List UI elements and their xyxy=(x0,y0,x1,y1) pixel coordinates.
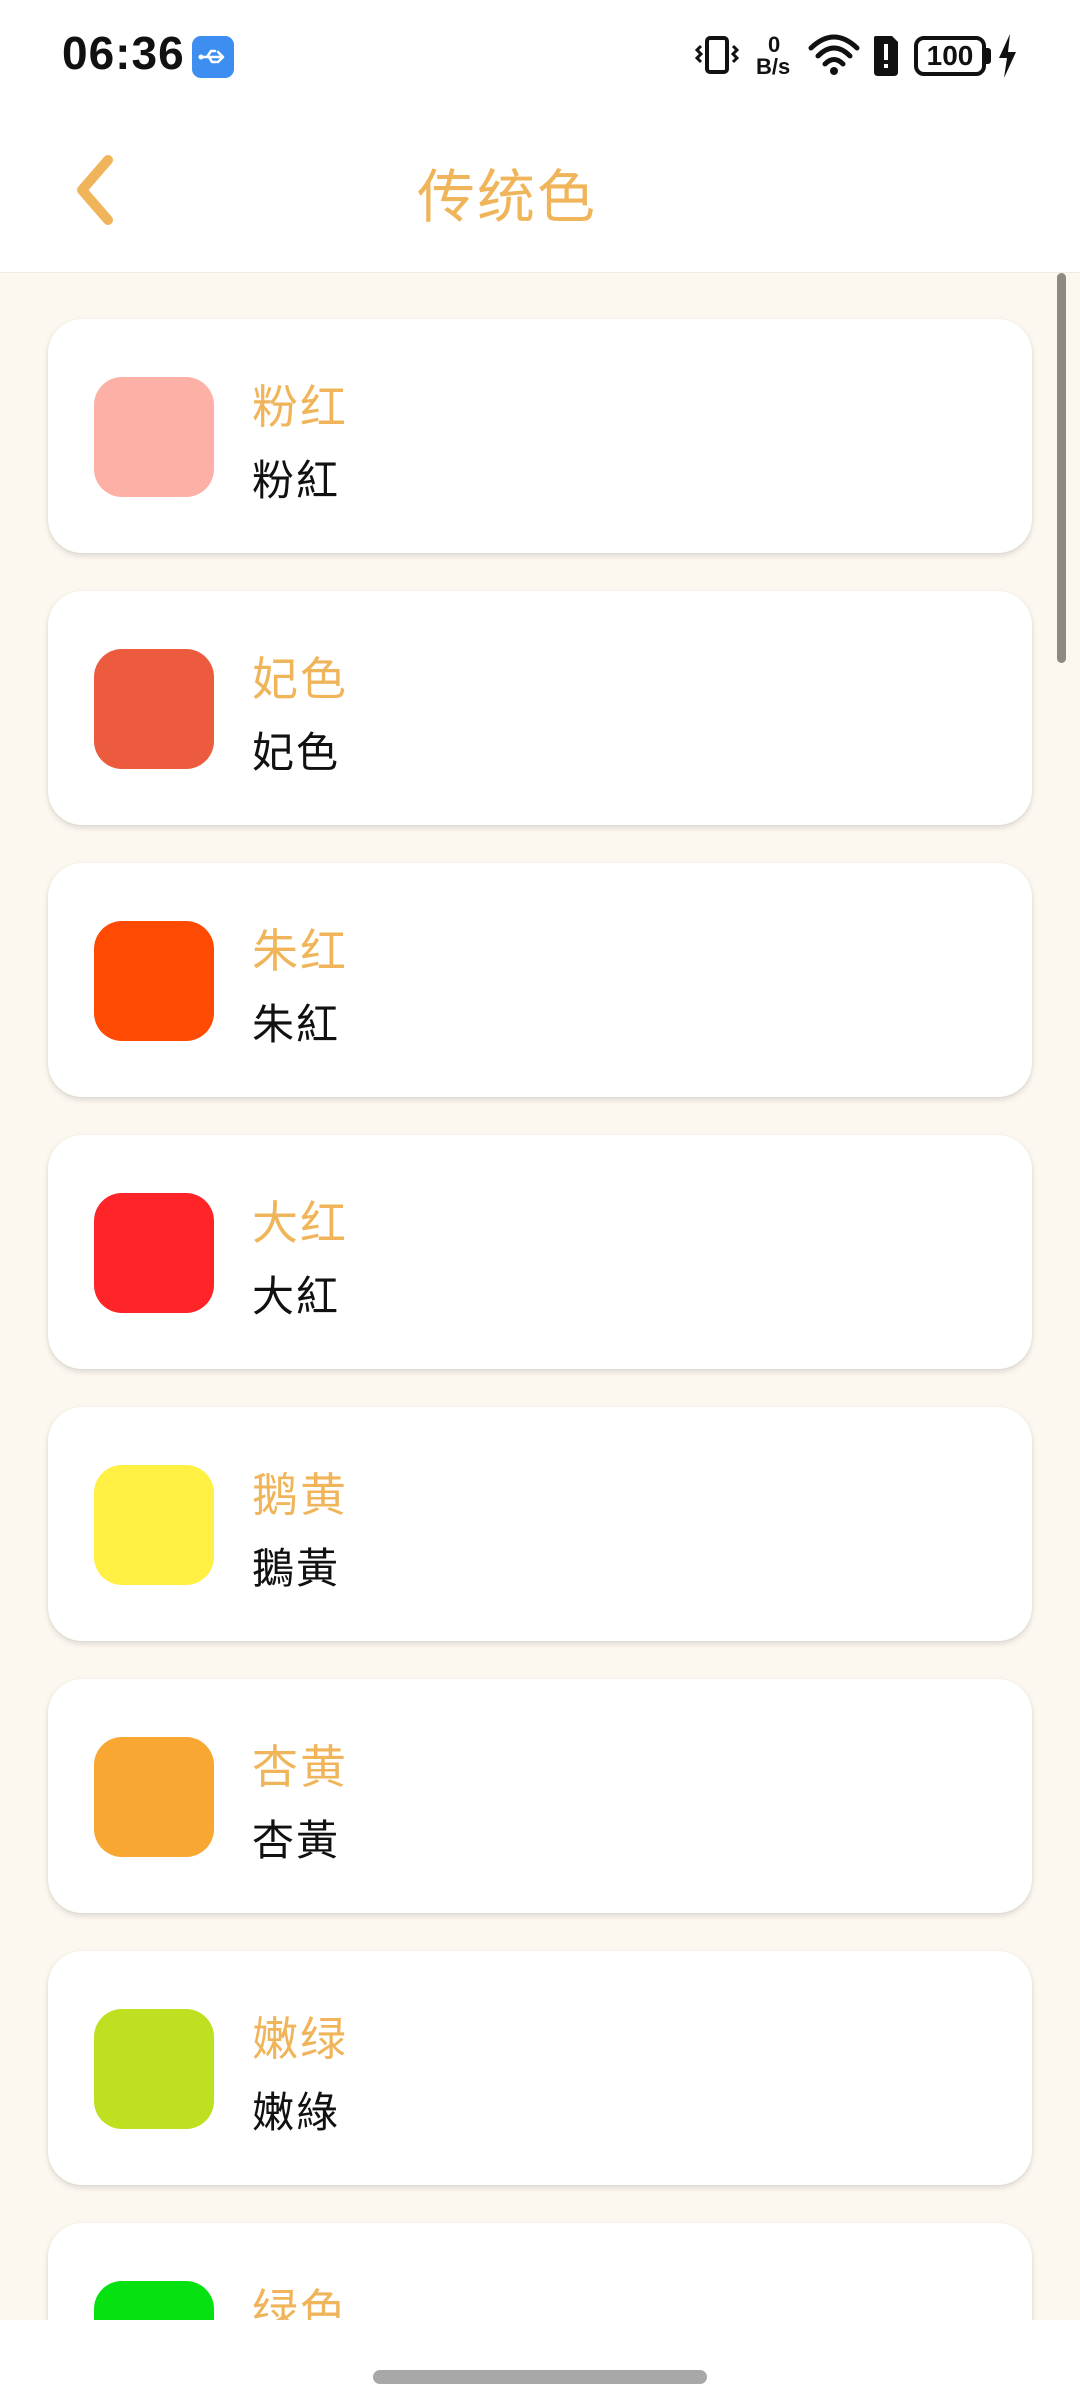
net-speed-unit: B/s xyxy=(756,54,791,79)
color-swatch xyxy=(94,649,214,769)
bottom-gesture-bar xyxy=(0,2320,1080,2403)
color-swatch xyxy=(94,1465,214,1585)
color-swatch xyxy=(94,377,214,497)
color-name-traditional: 朱紅 xyxy=(252,1000,341,1049)
color-name: 粉红 xyxy=(252,380,348,434)
color-name: 朱红 xyxy=(252,924,348,978)
wifi-icon xyxy=(808,28,860,84)
color-name: 大红 xyxy=(252,1196,348,1250)
color-name-traditional: 杏黃 xyxy=(252,1816,341,1865)
color-card[interactable]: 大红 大紅 xyxy=(48,1135,1032,1369)
color-swatch xyxy=(94,2009,214,2129)
color-name-traditional: 妃色 xyxy=(252,728,341,777)
color-name: 杏黄 xyxy=(252,1740,348,1794)
app-header: 传统色 xyxy=(0,110,1080,273)
status-bar: 06:36 0 B/s 100 xyxy=(0,0,1080,110)
color-name-traditional: 粉紅 xyxy=(252,456,341,505)
color-name: 绿色 xyxy=(252,2284,348,2320)
color-card[interactable]: 杏黄 杏黃 xyxy=(48,1679,1032,1913)
color-name-traditional: 嫩綠 xyxy=(252,2088,341,2137)
color-swatch xyxy=(94,2281,214,2320)
page-title: 传统色 xyxy=(416,163,597,231)
status-time: 06:36 xyxy=(62,27,185,79)
color-card[interactable]: 绿色 xyxy=(48,2223,1032,2320)
home-indicator[interactable] xyxy=(373,2370,707,2384)
color-card[interactable]: 嫩绿 嫩綠 xyxy=(48,1951,1032,2185)
color-card[interactable]: 妃色 妃色 xyxy=(48,591,1032,825)
color-swatch xyxy=(94,1737,214,1857)
color-list[interactable]: 粉红 粉紅 妃色 妃色 朱红 朱紅 大红 大紅 鹅黄 鵝黃 杏黄 杏黃 嫩绿 嫩… xyxy=(0,273,1080,2320)
color-name-traditional: 大紅 xyxy=(252,1272,341,1321)
color-name: 嫩绿 xyxy=(252,2012,348,2066)
battery-level: 100 xyxy=(926,40,974,71)
color-card[interactable]: 粉红 粉紅 xyxy=(48,319,1032,553)
network-speed-icon: 0 B/s xyxy=(756,28,796,84)
color-card[interactable]: 朱红 朱紅 xyxy=(48,863,1032,1097)
color-swatch xyxy=(94,1193,214,1313)
color-name: 鹅黄 xyxy=(252,1468,348,1522)
scrollbar[interactable] xyxy=(1057,273,1066,663)
color-swatch xyxy=(94,921,214,1041)
charging-bolt-icon xyxy=(999,34,1016,78)
alert-icon xyxy=(870,28,902,84)
color-name: 妃色 xyxy=(252,652,348,706)
vibrate-icon xyxy=(694,28,740,84)
color-name-traditional: 鵝黃 xyxy=(252,1544,341,1593)
color-card[interactable]: 鹅黄 鵝黃 xyxy=(48,1407,1032,1641)
battery-icon: 100 xyxy=(914,28,1024,84)
usb-icon xyxy=(192,36,234,78)
